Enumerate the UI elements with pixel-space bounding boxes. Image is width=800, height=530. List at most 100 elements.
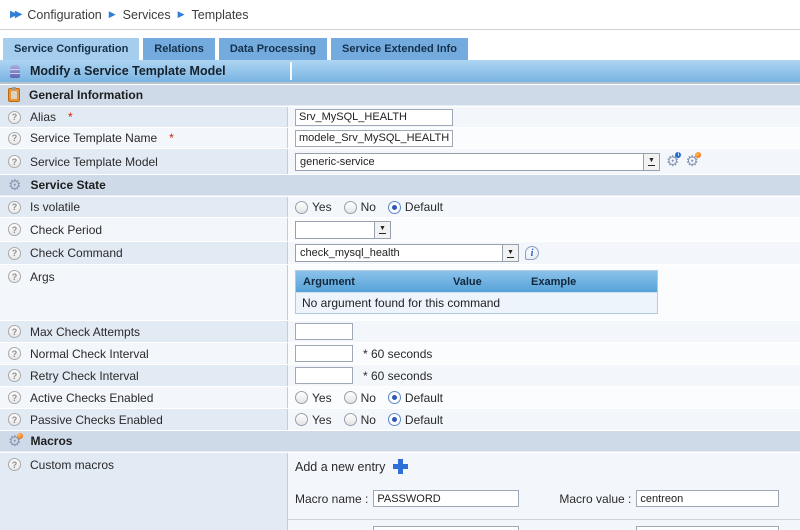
row-check-command: ? Check Command check_mysql_health ▼ i bbox=[0, 241, 800, 264]
row-passive-checks-enabled: ? Passive Checks Enabled Yes No Default bbox=[0, 408, 800, 430]
macro-entry-username: Macro name : Macro value : bbox=[288, 519, 800, 530]
field-label: Check Period bbox=[30, 223, 102, 237]
breadcrumb-configuration[interactable]: Configuration bbox=[27, 8, 101, 22]
row-retry-check-interval: ? Retry Check Interval * 60 seconds bbox=[0, 364, 800, 386]
view-template-icon[interactable]: ⚙i bbox=[666, 153, 679, 171]
clipboard-icon bbox=[8, 88, 20, 102]
check-period-select[interactable]: ▼ bbox=[295, 221, 391, 239]
macro-name-input[interactable] bbox=[373, 526, 519, 530]
row-alias: ? Alias * bbox=[0, 106, 800, 127]
is-volatile-radio-group: Yes No Default bbox=[295, 200, 443, 214]
centreon-page: ▶▶ Configuration ▶ Services ▶ Templates … bbox=[0, 0, 800, 530]
section-macros: ⚙ Macros bbox=[0, 430, 800, 452]
add-macro-plus-icon[interactable] bbox=[393, 459, 408, 474]
active-checks-radio-group: Yes No Default bbox=[295, 391, 443, 405]
radio-yes[interactable]: Yes bbox=[295, 391, 332, 405]
help-icon[interactable]: ? bbox=[8, 247, 21, 260]
section-general-information: General Information bbox=[0, 84, 800, 106]
args-table-header: Argument Value Example bbox=[296, 271, 657, 292]
titlebar-divider bbox=[290, 62, 292, 80]
tab-data-processing[interactable]: Data Processing bbox=[219, 38, 327, 60]
passive-checks-radio-group: Yes No Default bbox=[295, 413, 443, 427]
breadcrumb-separator-icon: ▶ bbox=[178, 9, 185, 20]
gear-icon: ⚙ bbox=[8, 178, 21, 193]
macro-value-input[interactable] bbox=[636, 526, 779, 530]
radio-yes[interactable]: Yes bbox=[295, 413, 332, 427]
help-icon[interactable]: ? bbox=[8, 347, 21, 360]
service-template-name-input[interactable] bbox=[295, 130, 453, 147]
edit-template-icon[interactable]: ⚙ bbox=[685, 153, 698, 171]
field-label: Active Checks Enabled bbox=[30, 391, 153, 405]
select-value bbox=[296, 222, 374, 238]
help-icon[interactable]: ? bbox=[8, 458, 21, 471]
form-title-bar: Modify a Service Template Model bbox=[0, 60, 800, 84]
command-info-icon[interactable]: i bbox=[525, 246, 539, 260]
retry-check-interval-input[interactable] bbox=[295, 367, 353, 384]
add-macro-entry: Add a new entry bbox=[288, 453, 800, 478]
radio-default[interactable]: Default bbox=[388, 200, 443, 214]
field-label: Custom macros bbox=[30, 458, 114, 472]
row-check-period: ? Check Period ▼ bbox=[0, 217, 800, 241]
radio-yes[interactable]: Yes bbox=[295, 200, 332, 214]
help-icon[interactable]: ? bbox=[8, 369, 21, 382]
macro-value-label: Macro value : bbox=[559, 492, 631, 506]
macro-name-input[interactable] bbox=[373, 490, 519, 507]
interval-suffix: * 60 seconds bbox=[363, 347, 432, 361]
args-col-argument: Argument bbox=[296, 276, 446, 288]
macro-value-input[interactable] bbox=[636, 490, 779, 507]
field-label: Service Template Model bbox=[30, 155, 158, 169]
tab-bar: Service Configuration Relations Data Pro… bbox=[0, 30, 800, 60]
page-title: Modify a Service Template Model bbox=[30, 64, 226, 78]
help-icon[interactable]: ? bbox=[8, 201, 21, 214]
help-icon[interactable]: ? bbox=[8, 132, 21, 145]
breadcrumb-services[interactable]: Services bbox=[123, 8, 171, 22]
service-template-model-select[interactable]: generic-service ▼ bbox=[295, 153, 660, 171]
macro-name-label: Macro name : bbox=[295, 492, 368, 506]
radio-default[interactable]: Default bbox=[388, 413, 443, 427]
add-entry-label: Add a new entry bbox=[295, 460, 385, 474]
select-dropdown-button[interactable]: ▼ bbox=[502, 245, 518, 261]
field-label: Passive Checks Enabled bbox=[30, 413, 163, 427]
max-check-attempts-input[interactable] bbox=[295, 323, 353, 340]
normal-check-interval-input[interactable] bbox=[295, 345, 353, 362]
field-label: Max Check Attempts bbox=[30, 325, 140, 339]
help-icon[interactable]: ? bbox=[8, 155, 21, 168]
breadcrumb-separator-icon: ▶ bbox=[109, 9, 116, 20]
field-label: Normal Check Interval bbox=[30, 347, 149, 361]
tab-relations[interactable]: Relations bbox=[143, 38, 215, 60]
required-star: * bbox=[169, 131, 174, 145]
required-star: * bbox=[68, 110, 73, 124]
row-custom-macros: ? Custom macros Add a new entry Macro na… bbox=[0, 452, 800, 530]
radio-no[interactable]: No bbox=[344, 391, 376, 405]
help-icon[interactable]: ? bbox=[8, 111, 21, 124]
args-empty-text: No argument found for this command bbox=[296, 296, 500, 310]
radio-no[interactable]: No bbox=[344, 413, 376, 427]
args-col-example: Example bbox=[524, 276, 657, 288]
alias-input[interactable] bbox=[295, 109, 453, 126]
args-col-value: Value bbox=[446, 276, 524, 288]
database-icon bbox=[10, 65, 20, 78]
select-dropdown-button[interactable]: ▼ bbox=[643, 154, 659, 170]
radio-default[interactable]: Default bbox=[388, 391, 443, 405]
help-icon[interactable]: ? bbox=[8, 391, 21, 404]
row-normal-check-interval: ? Normal Check Interval * 60 seconds bbox=[0, 342, 800, 364]
select-dropdown-button[interactable]: ▼ bbox=[374, 222, 390, 238]
field-label: Is volatile bbox=[30, 200, 80, 214]
help-icon[interactable]: ? bbox=[8, 223, 21, 236]
radio-no[interactable]: No bbox=[344, 200, 376, 214]
row-active-checks-enabled: ? Active Checks Enabled Yes No Default bbox=[0, 386, 800, 408]
row-service-template-name: ? Service Template Name * bbox=[0, 127, 800, 148]
help-icon[interactable]: ? bbox=[8, 270, 21, 283]
check-command-select[interactable]: check_mysql_health ▼ bbox=[295, 244, 519, 262]
field-label: Alias bbox=[30, 110, 56, 124]
tab-service-extended-info[interactable]: Service Extended Info bbox=[331, 38, 468, 60]
row-is-volatile: ? Is volatile Yes No Default bbox=[0, 196, 800, 217]
macro-entry-password: Macro name : Macro value : bbox=[288, 484, 800, 513]
args-table-empty-row: No argument found for this command bbox=[296, 292, 657, 313]
tab-service-configuration[interactable]: Service Configuration bbox=[3, 38, 139, 60]
select-value: check_mysql_health bbox=[296, 245, 502, 261]
section-title: General Information bbox=[29, 88, 143, 102]
help-icon[interactable]: ? bbox=[8, 413, 21, 426]
help-icon[interactable]: ? bbox=[8, 325, 21, 338]
breadcrumb-templates[interactable]: Templates bbox=[192, 8, 249, 22]
